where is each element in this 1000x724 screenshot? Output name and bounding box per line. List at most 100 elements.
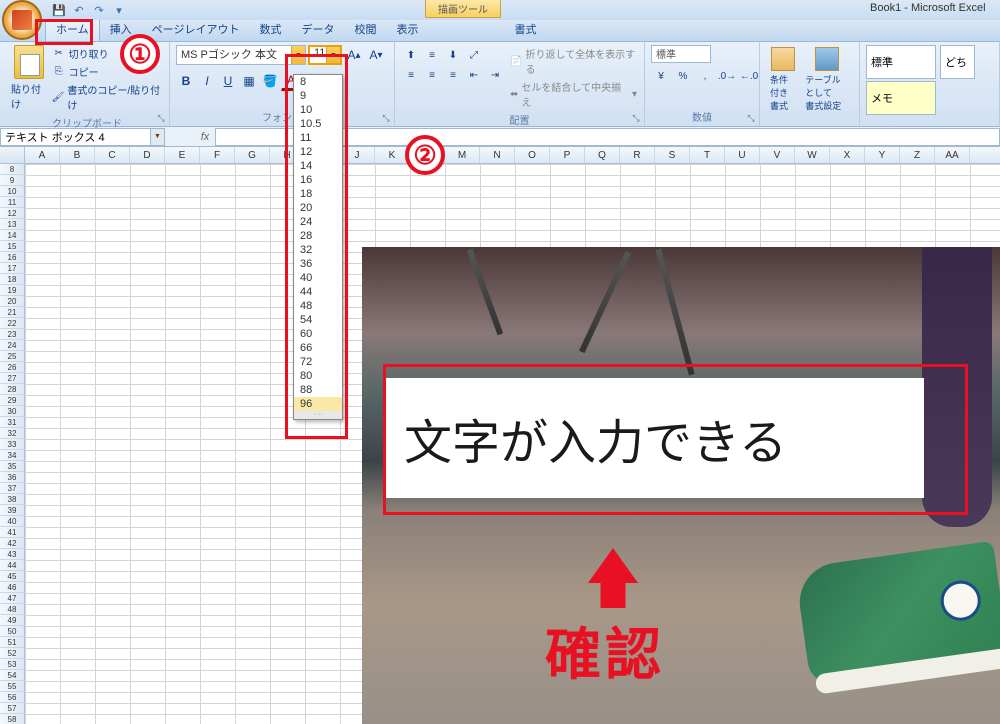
bold-button[interactable]: B [176,71,196,91]
font-size-option[interactable]: 40 [294,271,342,285]
font-size-option[interactable]: 8 [294,75,342,89]
row-header[interactable]: 16 [0,252,25,263]
row-header[interactable]: 24 [0,340,25,351]
column-header[interactable]: Y [865,147,900,163]
font-launcher[interactable]: ⤡ [380,112,392,124]
row-header[interactable]: 27 [0,373,25,384]
select-all-corner[interactable] [0,147,25,163]
row-header[interactable]: 46 [0,582,25,593]
increase-font-button[interactable]: A▴ [344,45,364,65]
font-size-option[interactable]: 10.5 [294,117,342,131]
row-header[interactable]: 11 [0,197,25,208]
align-bottom-button[interactable]: ⬇ [443,45,463,65]
row-header[interactable]: 44 [0,560,25,571]
row-header[interactable]: 17 [0,263,25,274]
qat-customize-icon[interactable]: ▾ [110,2,128,18]
align-right-button[interactable]: ≡ [443,65,463,85]
tab-data[interactable]: データ [291,17,344,41]
align-left-button[interactable]: ≡ [401,65,421,85]
currency-button[interactable]: ¥ [651,66,671,86]
number-format-combo[interactable]: 標準 [651,45,711,63]
row-header[interactable]: 13 [0,219,25,230]
column-header[interactable]: Z [900,147,935,163]
font-size-option[interactable]: 36 [294,257,342,271]
cell-style-other[interactable]: どち [940,45,975,79]
column-header[interactable]: U [725,147,760,163]
row-header[interactable]: 49 [0,615,25,626]
font-size-option[interactable]: 10 [294,103,342,117]
column-header[interactable]: B [60,147,95,163]
row-header[interactable]: 26 [0,362,25,373]
row-header[interactable]: 20 [0,296,25,307]
column-header[interactable]: X [830,147,865,163]
underline-button[interactable]: U [218,71,238,91]
column-header[interactable]: A [25,147,60,163]
row-header[interactable]: 38 [0,494,25,505]
column-header[interactable]: Q [585,147,620,163]
row-header[interactable]: 12 [0,208,25,219]
row-header[interactable]: 41 [0,527,25,538]
row-header[interactable]: 29 [0,395,25,406]
font-size-option[interactable]: 16 [294,173,342,187]
column-header[interactable]: M [445,147,480,163]
inserted-picture[interactable]: 文字が入力できる [362,247,1000,724]
row-header[interactable]: 30 [0,406,25,417]
row-header[interactable]: 22 [0,318,25,329]
row-header[interactable]: 40 [0,516,25,527]
undo-icon[interactable]: ↶ [70,2,88,18]
comma-button[interactable]: , [695,66,715,86]
clipboard-launcher[interactable]: ⤡ [155,112,167,124]
tab-format[interactable]: 書式 [504,17,546,41]
paste-button[interactable]: 貼り付け [11,45,48,111]
column-header[interactable]: N [480,147,515,163]
row-header[interactable]: 48 [0,604,25,615]
font-size-option[interactable]: 24 [294,215,342,229]
column-header[interactable]: G [235,147,270,163]
save-icon[interactable]: 💾 [50,2,68,18]
row-header[interactable]: 8 [0,164,25,175]
row-header[interactable]: 53 [0,659,25,670]
row-header[interactable]: 57 [0,703,25,714]
font-size-option[interactable]: 28 [294,229,342,243]
tab-view[interactable]: 表示 [386,17,428,41]
conditional-format-button[interactable]: 条件付き 書式 [766,45,799,114]
format-painter-button[interactable]: 🖌書式のコピー/貼り付け [50,81,163,113]
number-launcher[interactable]: ⤡ [745,112,757,124]
row-header[interactable]: 36 [0,472,25,483]
row-header[interactable]: 31 [0,417,25,428]
column-header[interactable]: E [165,147,200,163]
redo-icon[interactable]: ↷ [90,2,108,18]
row-header[interactable]: 42 [0,538,25,549]
font-size-option[interactable]: 96 [294,397,342,411]
font-size-option[interactable]: 9 [294,89,342,103]
column-header[interactable]: D [130,147,165,163]
border-button[interactable]: ▦ [239,71,259,91]
increase-decimal-button[interactable]: .0→ [717,66,737,86]
column-header[interactable]: V [760,147,795,163]
font-size-option[interactable]: 66 [294,341,342,355]
row-header[interactable]: 23 [0,329,25,340]
decrease-indent-button[interactable]: ⇤ [464,65,484,85]
column-header[interactable]: R [620,147,655,163]
column-header[interactable]: J [340,147,375,163]
column-header[interactable]: C [95,147,130,163]
cell-style-memo[interactable]: メモ [866,81,936,115]
row-header[interactable]: 56 [0,692,25,703]
wrap-text-button[interactable]: 📄折り返して全体を表示する [509,45,638,77]
decrease-font-button[interactable]: A▾ [366,45,386,65]
alignment-launcher[interactable]: ⤡ [630,112,642,124]
align-center-button[interactable]: ≡ [422,65,442,85]
tab-formulas[interactable]: 数式 [249,17,291,41]
row-header[interactable]: 19 [0,285,25,296]
font-size-option[interactable]: 12 [294,145,342,159]
row-header[interactable]: 15 [0,241,25,252]
row-header[interactable]: 21 [0,307,25,318]
name-box[interactable]: テキスト ボックス 4▼ [0,128,165,146]
office-button[interactable] [2,0,42,40]
row-header[interactable]: 14 [0,230,25,241]
font-name-combo[interactable]: MS Pゴシック 本文▼ [176,45,306,65]
font-size-option[interactable]: 72 [294,355,342,369]
row-header[interactable]: 35 [0,461,25,472]
row-header[interactable]: 34 [0,450,25,461]
percent-button[interactable]: % [673,66,693,86]
